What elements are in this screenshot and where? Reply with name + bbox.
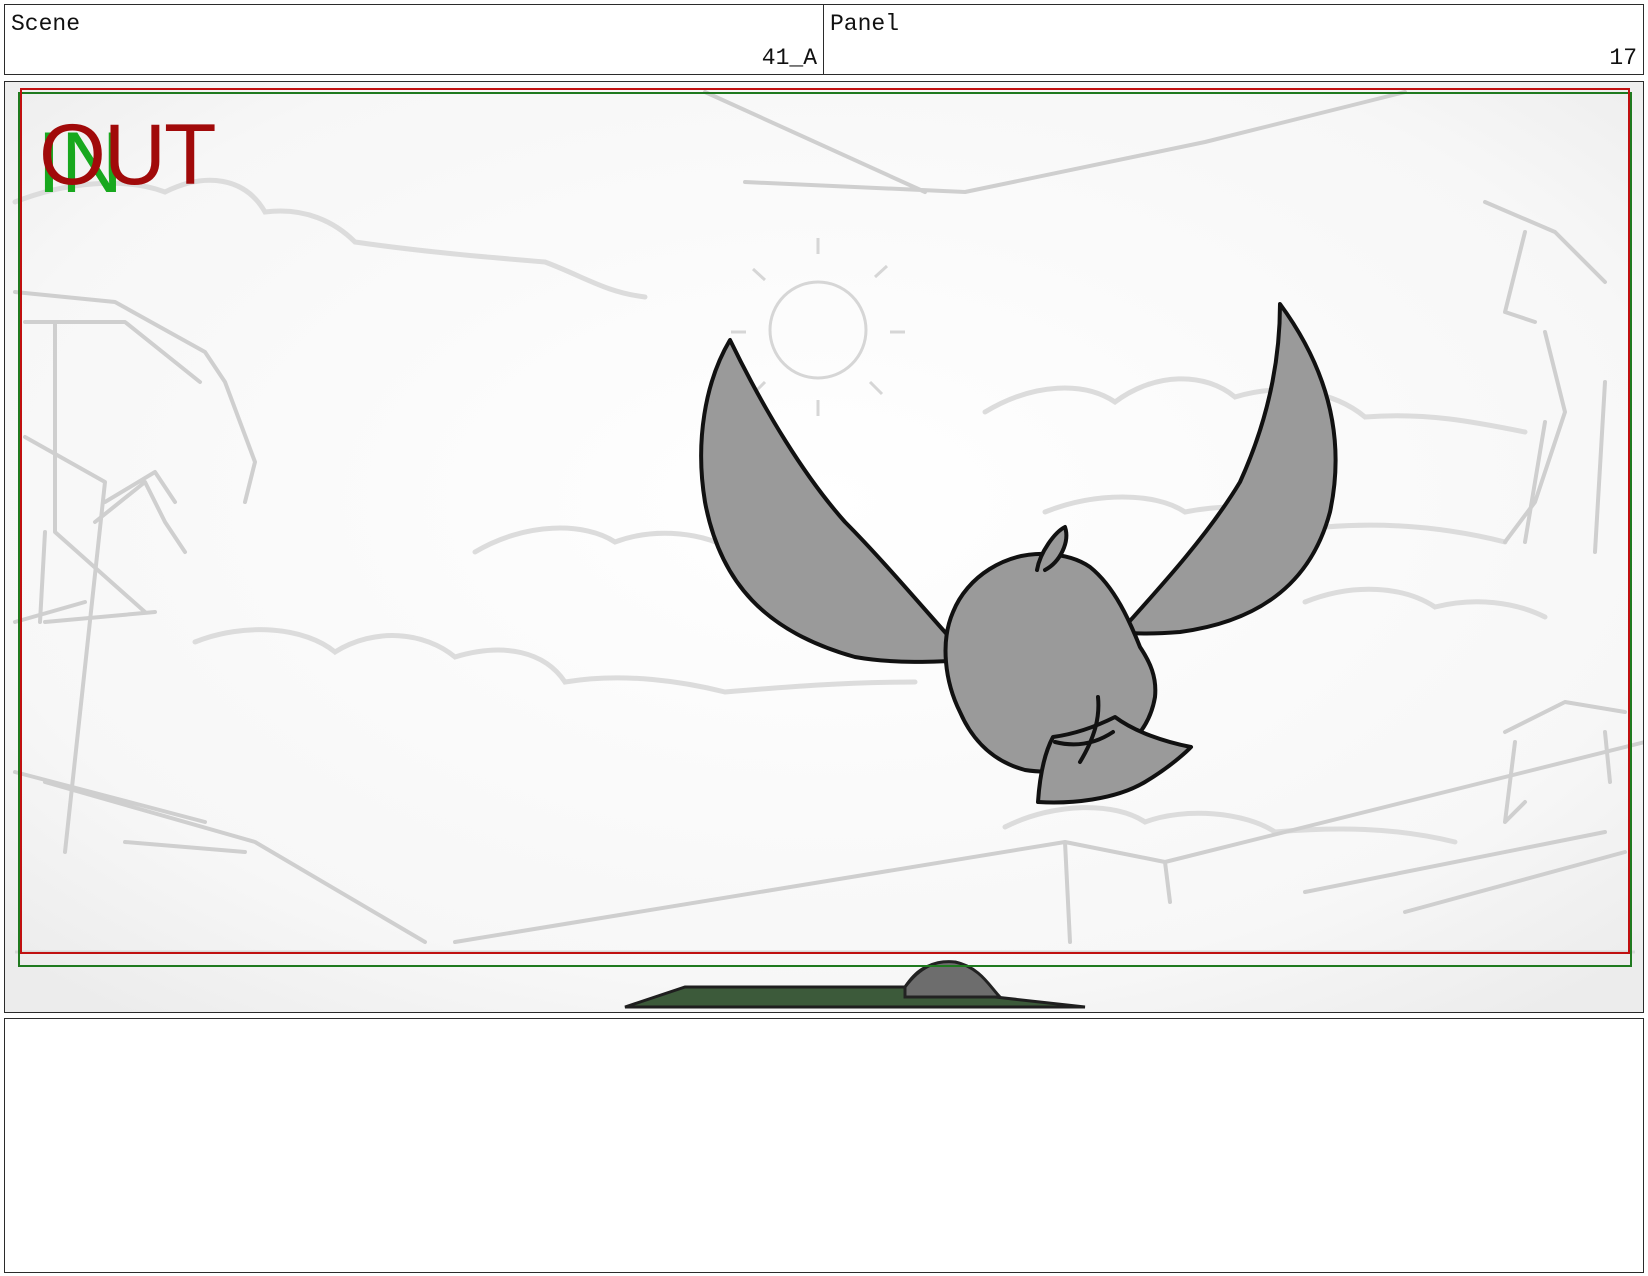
- panel-label: Panel: [830, 11, 900, 37]
- scene-number: 41_A: [761, 45, 817, 71]
- notes-field: [4, 1018, 1644, 1273]
- panel-field: Panel 17: [823, 4, 1644, 75]
- panel-number: 17: [1609, 45, 1637, 71]
- scene-field: Scene 41_A: [4, 4, 824, 75]
- storyboard-frame: IN OUT: [4, 81, 1644, 1013]
- scene-label: Scene: [11, 11, 81, 37]
- storyboard-drawing: [5, 82, 1643, 1012]
- out-marker: OUT: [39, 107, 217, 203]
